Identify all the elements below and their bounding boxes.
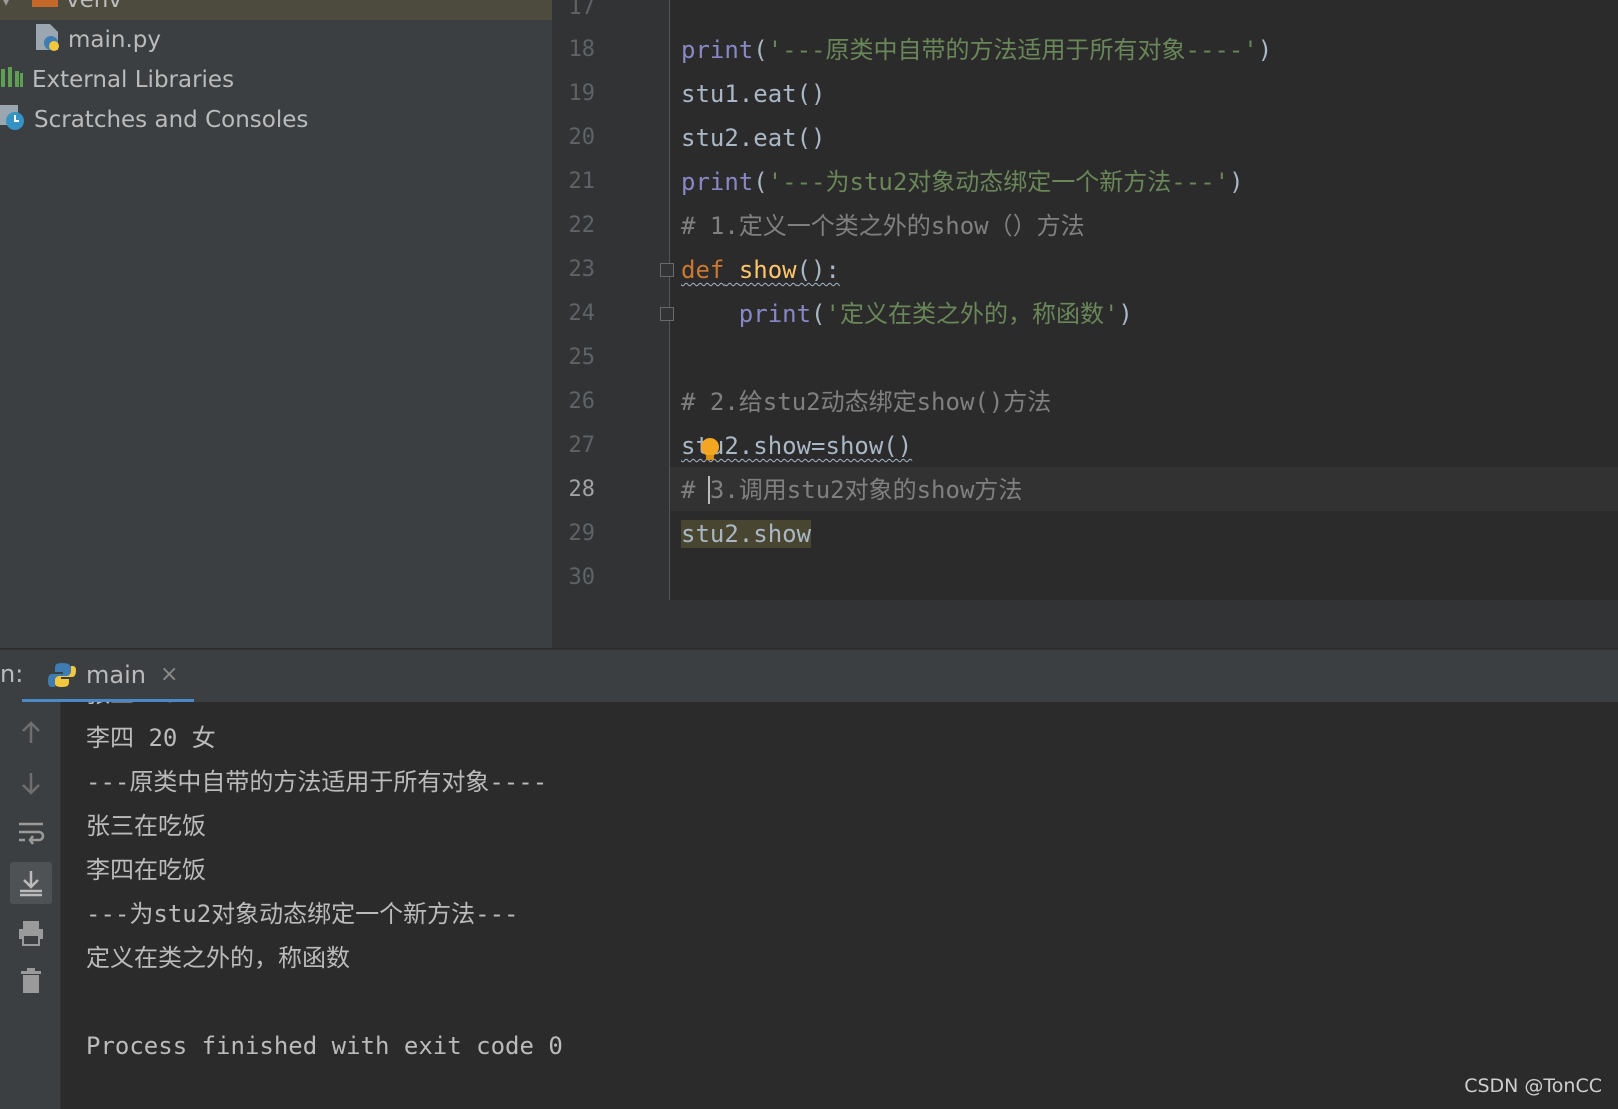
soft-wrap-icon [19,822,45,845]
line-number: 27 [568,433,596,458]
code-token: ( [753,36,768,64]
fold-marker-icon[interactable] [660,263,674,277]
line-number-current: 28 [568,477,596,502]
scratches-icon [0,103,26,137]
comment-text: 3.调用stu2对象的show方法 [709,476,1023,504]
line-gutter: 17 18 19 20 21 22 23 24 25 26 27 28 29 3… [553,0,670,600]
scroll-to-end-icon [20,871,42,897]
code-token: ) [1257,36,1273,64]
line-number: 23 [568,257,596,282]
line-number: 17 [568,0,596,20]
console-line: 定义在类之外的，称函数 [86,944,350,972]
tree-item-scratches[interactable]: Scratches and Consoles [0,100,308,140]
tree-item-label: venv [66,0,122,13]
line-number: 18 [568,37,596,62]
code-line[interactable]: def show(): [681,248,840,292]
code-editor[interactable]: 17 18 19 20 21 22 23 24 25 26 27 28 29 3… [553,0,1618,648]
code-token: ( [753,168,768,196]
tree-item-main-py[interactable]: main.py [34,20,161,60]
python-file-icon [34,22,60,58]
run-tool-window-header: n: main × [0,649,1618,703]
run-toolbar [0,702,61,1109]
comment-prefix: # [681,476,710,504]
code-token: (): [796,256,840,284]
console-line: 李四 20 女 [86,724,216,752]
code-token-function: show [738,256,797,284]
code-token-builtin: print [681,168,754,196]
python-icon [48,661,76,689]
code-line[interactable]: stu2.eat() [681,116,826,160]
tree-item-label: main.py [68,27,161,53]
code-token-string: '---为stu2对象动态绑定一个新方法---' [767,168,1230,196]
line-number: 24 [568,301,596,326]
editor-empty-area [553,600,1618,648]
code-token-string: '---原类中自带的方法适用于所有对象----' [767,36,1258,64]
code-token-string: '定义在类之外的，称函数' [825,300,1119,328]
line-number: 29 [568,521,596,546]
run-tab-main[interactable]: main × [22,650,194,703]
code-line[interactable]: print('---原类中自带的方法适用于所有对象----') [681,28,1272,72]
watermark: CSDN @TonCC [1464,1075,1602,1097]
print-button[interactable] [10,912,52,954]
run-tab-label: main [86,660,146,689]
line-number: 26 [568,389,596,414]
console-line: ---为stu2对象动态绑定一个新方法--- [86,900,519,928]
highlighted-expression: stu2.show [681,520,812,548]
scroll-to-end-button[interactable] [10,862,52,904]
line-number: 20 [568,125,596,150]
console-line: 张三在吃饭 [86,812,206,840]
fold-marker-icon[interactable] [660,307,674,321]
scroll-down-button[interactable] [10,762,52,804]
tree-item-venv[interactable]: ▾ venv [0,0,552,20]
line-number: 19 [568,81,596,106]
console-line: 张三 18 [86,702,177,716]
expand-arrow-icon[interactable]: ▾ [2,0,10,10]
library-icon [0,65,24,95]
line-number: 25 [568,345,596,370]
tree-item-external-libraries[interactable]: External Libraries [0,60,234,100]
tree-item-label: External Libraries [32,67,235,93]
scroll-up-button[interactable] [10,712,52,754]
warning-underline: def show(): [681,256,840,284]
soft-wrap-button[interactable] [10,812,52,854]
arrow-up-icon [22,721,40,743]
code-line[interactable]: print('定义在类之外的，称函数') [681,292,1133,336]
console-line: 李四在吃饭 [86,856,206,884]
code-token-keyword: def [681,256,725,284]
arrow-down-icon [22,773,40,795]
process-exit-message: Process finished with exit code 0 [86,1032,563,1060]
console-output[interactable]: 张三 18 李四 20 女 ---原类中自带的方法适用于所有对象---- 张三在… [61,702,1618,1109]
project-tree-panel: ▾ venv main.py External Libraries Scratc… [0,0,553,648]
code-token-builtin: print [681,36,754,64]
trash-icon [21,968,41,993]
code-line[interactable]: stu1.eat() [681,72,826,116]
console-line: ---原类中自带的方法适用于所有对象---- [86,768,548,796]
code-line[interactable]: print('---为stu2对象动态绑定一个新方法---') [681,160,1244,204]
intention-bulb-icon[interactable] [697,436,723,462]
code-comment[interactable]: # 2.给stu2动态绑定show()方法 [681,380,1051,424]
printer-icon [19,921,43,946]
clear-all-button[interactable] [10,960,52,1002]
code-token: ( [811,300,826,328]
line-number: 22 [568,213,596,238]
code-token: ) [1118,300,1133,328]
folder-icon [32,0,59,13]
line-number: 21 [568,169,596,194]
run-window-title: n: [0,660,24,688]
code-token: ) [1229,168,1244,196]
close-tab-icon[interactable]: × [160,662,178,687]
code-token-builtin: print [738,300,812,328]
code-comment[interactable]: # 3.调用stu2对象的show方法 [681,468,1022,512]
code-line[interactable]: stu2.show [681,512,812,556]
line-number: 30 [568,565,596,590]
tree-item-label: Scratches and Consoles [34,107,309,133]
code-comment[interactable]: # 1.定义一个类之外的show（）方法 [681,204,1085,248]
